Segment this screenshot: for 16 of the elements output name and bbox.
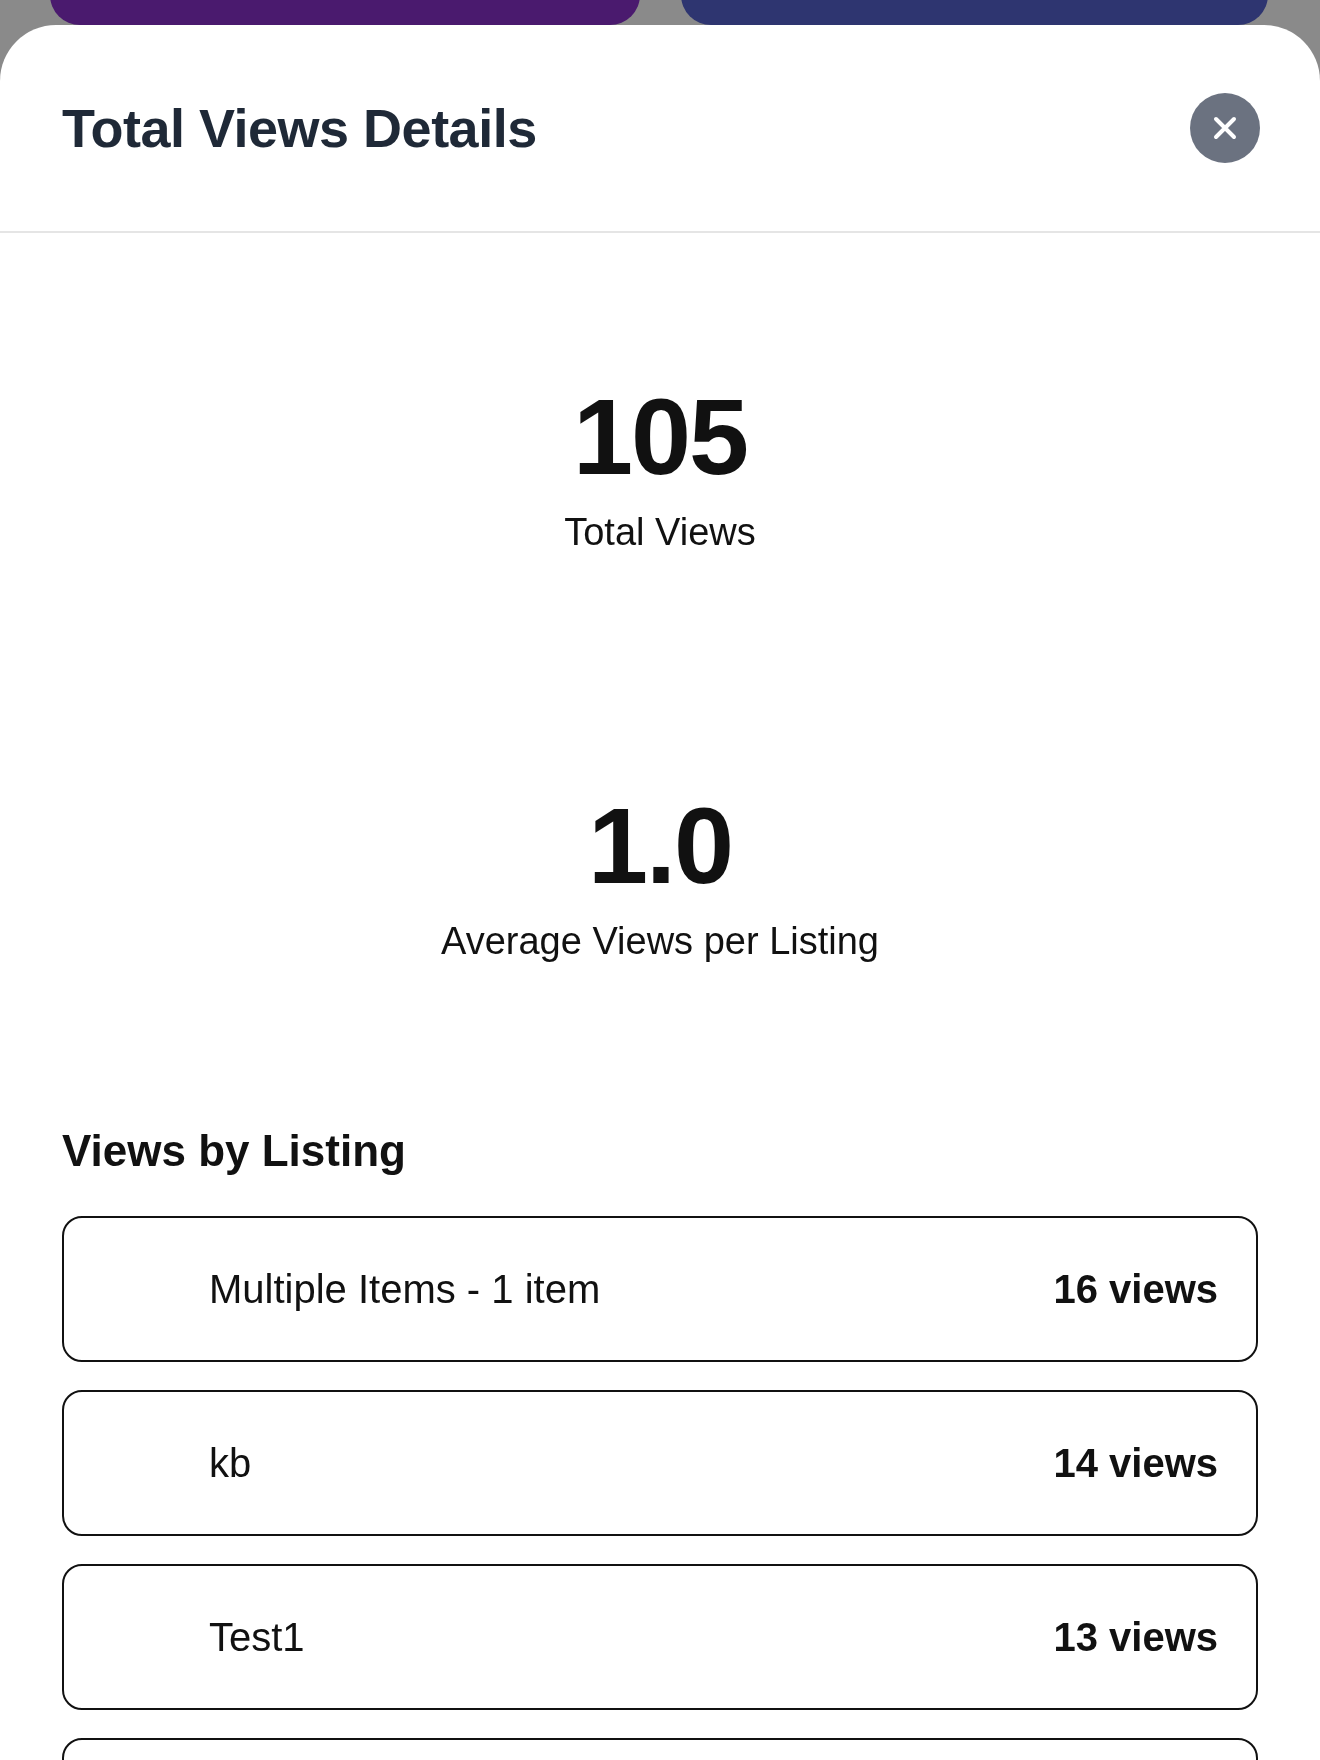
listing-name: kb [209, 1440, 252, 1486]
sheet-title: Total Views Details [62, 97, 537, 159]
listing-name: Multiple Items - 1 item [209, 1266, 601, 1312]
listing-card[interactable]: kb 14 views [62, 1390, 1258, 1536]
stat-value: 1.0 [587, 792, 733, 900]
listing-card[interactable]: Test1 13 views [62, 1564, 1258, 1710]
section-title: Views by Listing [62, 1126, 407, 1176]
listing-views: 16 views [1053, 1266, 1218, 1312]
listing-views: 13 views [1053, 1614, 1218, 1660]
stat-label: Total Views [564, 511, 756, 554]
stat-value: 105 [572, 383, 748, 491]
stat-label: Average Views per Listing [441, 920, 879, 963]
listing-views: 14 views [1053, 1440, 1218, 1486]
listing-card[interactable]: Multiple Items - 1 item 16 views [62, 1216, 1258, 1362]
listing-name: Test1 [209, 1614, 305, 1660]
close-icon [1211, 114, 1239, 142]
